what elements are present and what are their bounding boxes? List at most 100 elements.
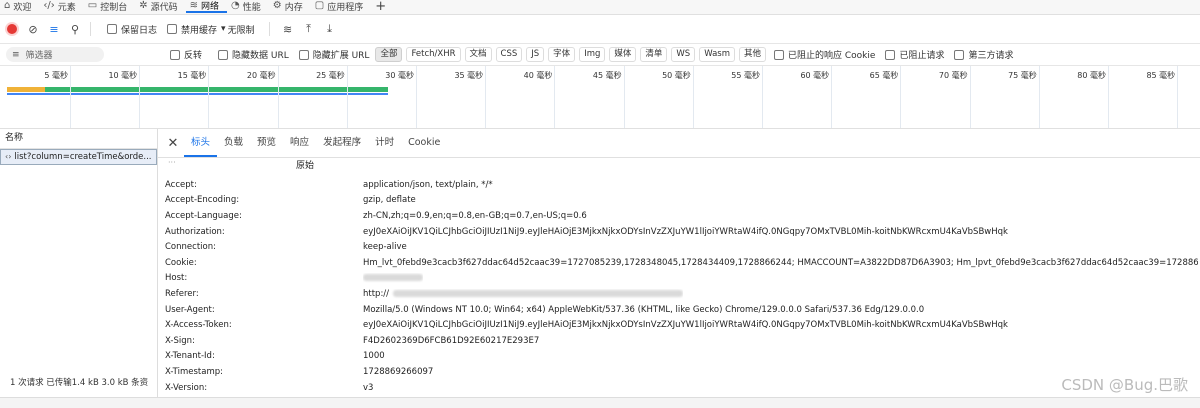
timeline-overview[interactable]: 5 毫秒 10 毫秒 15 毫秒 20 毫秒 25 毫秒 30 毫秒 35 毫秒 40 毫秒 4… bbox=[0, 66, 1200, 129]
detail-tab[interactable]: Cookie bbox=[401, 129, 447, 157]
record-icon bbox=[5, 22, 19, 36]
devtools-tab-label: 性能 bbox=[242, 2, 261, 13]
devtools-tab-label: 控制台 bbox=[100, 2, 128, 13]
header-value: Mozilla/5.0 (Windows NT 10.0; Win64; x64… bbox=[363, 305, 924, 315]
devtools-tab-performance[interactable]: ◔ 性能 bbox=[227, 0, 269, 13]
filter-type-button[interactable]: WS bbox=[671, 47, 696, 62]
detail-tab[interactable]: 响应 bbox=[283, 129, 316, 157]
timeline-gridline bbox=[1177, 66, 1179, 128]
preserve-log-checkbox[interactable]: 保留日志 bbox=[107, 23, 157, 36]
third-party-checkbox[interactable]: 第三方请求 bbox=[954, 48, 1013, 61]
network-conditions-button[interactable]: ≋ bbox=[279, 20, 297, 38]
hide-ext-urls-checkbox[interactable]: 隐藏扩展 URL bbox=[298, 48, 369, 61]
detail-tab[interactable]: 发起程序 bbox=[316, 129, 368, 157]
header-value-text: zh-CN,zh;q=0.9,en;q=0.8,en-GB;q=0.7,en-U… bbox=[363, 210, 587, 221]
watermark: CSDN @Bug.巴歌 bbox=[1061, 376, 1188, 394]
filter-type-button[interactable]: 全部 bbox=[375, 47, 403, 62]
performance-icon: ◔ bbox=[231, 0, 240, 11]
devtools-tab-application[interactable]: ▢ 应用程序 bbox=[311, 0, 371, 13]
waterfall-waiting-bar bbox=[7, 87, 45, 92]
close-icon[interactable]: ✕ bbox=[162, 136, 184, 151]
detail-tab[interactable]: 负载 bbox=[217, 129, 250, 157]
hide-data-urls-label: 隐藏数据 URL bbox=[232, 51, 289, 61]
checkbox-box bbox=[774, 49, 785, 60]
request-list-pane: 名称 ‹› list?column=createTime&orde... 1 次请… bbox=[0, 129, 158, 407]
blocked-cookies-checkbox[interactable]: 已阻止的响应 Cookie bbox=[774, 48, 875, 61]
toolbar-divider bbox=[90, 22, 91, 36]
record-button[interactable] bbox=[3, 20, 21, 38]
code-icon: ‹/› bbox=[43, 0, 55, 11]
resource-type-filters: 全部 Fetch/XHR 文档 CSS JS 字体 Img 媒体 清单 WS Wasm 其他 bbox=[371, 47, 767, 62]
filter-type-button[interactable]: Img bbox=[579, 47, 606, 62]
devtools-tab-code[interactable]: ‹/› 元素 bbox=[39, 0, 83, 13]
filter-type-button[interactable]: JS bbox=[526, 47, 545, 62]
request-row[interactable]: ‹› list?column=createTime&orde... bbox=[0, 149, 157, 165]
checkbox-box bbox=[954, 49, 965, 60]
application-icon: ▢ bbox=[314, 0, 325, 11]
header-name: X-Sign: bbox=[165, 335, 195, 346]
import-har-button[interactable]: ⤒ bbox=[300, 20, 318, 38]
search-button[interactable]: ⚲ bbox=[66, 20, 84, 38]
export-har-button[interactable]: ⤓ bbox=[321, 20, 339, 38]
request-summary-status: 1 次请求 已传输1.4 kB 3.0 kB 条资 bbox=[10, 378, 149, 388]
invert-label: 反转 bbox=[184, 51, 203, 61]
devtools-tab-label: 网络 bbox=[201, 2, 220, 12]
timeline-tick-label: 30 毫秒 bbox=[385, 71, 414, 80]
filter-type-button[interactable]: 媒体 bbox=[609, 47, 637, 62]
header-name: X-Access-Token: bbox=[165, 320, 232, 331]
header-row: X-Sign: F4D2602369D6FCB61D92E60217E293E7 bbox=[158, 333, 1200, 349]
clear-icon: ⊘ bbox=[28, 22, 38, 36]
search-icon: ⚲ bbox=[70, 22, 80, 36]
hide-data-urls-checkbox[interactable]: 隐藏数据 URL bbox=[218, 48, 289, 61]
timeline-gridline bbox=[831, 66, 833, 128]
redacted-value bbox=[393, 289, 684, 297]
filter-type-button[interactable]: 其他 bbox=[739, 47, 767, 62]
disable-cache-checkbox[interactable]: 禁用缓存 bbox=[167, 23, 217, 36]
devtools-tab-home[interactable]: ⌂ 欢迎 bbox=[0, 0, 39, 13]
timeline-tick-label: 60 毫秒 bbox=[800, 71, 830, 80]
timeline-gridline bbox=[762, 66, 763, 128]
detail-tab[interactable]: 预览 bbox=[250, 129, 283, 157]
checkbox-box bbox=[298, 49, 309, 60]
devtools-tab-memory[interactable]: ⚙ 内存 bbox=[269, 0, 311, 13]
clear-button[interactable]: ⊘ bbox=[24, 20, 42, 38]
timeline-tick-label: 50 毫秒 bbox=[662, 71, 691, 80]
throttle-select[interactable]: ▾ 无限制 bbox=[221, 23, 255, 36]
devtools-tab-console[interactable]: ▭ 控制台 bbox=[84, 0, 135, 13]
header-value-text: keep-alive bbox=[363, 242, 407, 253]
throttle-label: 无限制 bbox=[227, 25, 255, 36]
header-value: http:// bbox=[363, 289, 684, 299]
header-value: keep-alive bbox=[363, 242, 407, 252]
detail-tab[interactable]: 计时 bbox=[368, 129, 401, 157]
devtools-tab-label: 应用程序 bbox=[327, 2, 364, 13]
filter-toggle-button[interactable]: ≡ bbox=[45, 20, 63, 38]
header-name: Connection: bbox=[165, 242, 216, 253]
filter-type-button[interactable]: Wasm bbox=[699, 47, 735, 62]
header-row: Host: bbox=[158, 271, 1200, 287]
devtools-tab-wifi[interactable]: ≋ 网络 bbox=[185, 0, 228, 13]
detail-tab[interactable]: 标头 bbox=[184, 129, 218, 157]
request-detail-pane: ✕ 标头 负载 预览 响应 发起程序 计时 Cookie ··· 原始 Accept: app… bbox=[158, 129, 1200, 397]
filter-type-button[interactable]: Fetch/XHR bbox=[406, 47, 461, 62]
network-toolbar: ⊘ ≡ ⚲ 保留日志 禁用缓存 ▾ 无限制 ≋ ⤒ ⤓ bbox=[0, 15, 1200, 44]
invert-checkbox[interactable]: 反转 bbox=[170, 48, 202, 61]
filter-type-button[interactable]: 清单 bbox=[640, 47, 668, 62]
filter-type-button[interactable]: 文档 bbox=[464, 47, 492, 62]
header-value-text: F4D2602369D6FCB61D92E60217E293E7 bbox=[363, 335, 540, 346]
devtools-tab-bug[interactable]: ✲ 源代码 bbox=[135, 0, 185, 13]
header-value: zh-CN,zh;q=0.9,en;q=0.8,en-GB;q=0.7,en-U… bbox=[363, 211, 587, 221]
timeline-tick-label: 20 毫秒 bbox=[246, 71, 276, 80]
raw-label[interactable]: 原始 bbox=[296, 158, 314, 171]
add-tool-button[interactable]: + bbox=[371, 0, 390, 13]
name-column-header[interactable]: 名称 bbox=[0, 129, 157, 149]
blocked-requests-checkbox[interactable]: 已阻止请求 bbox=[885, 48, 944, 61]
preserve-log-label: 保留日志 bbox=[121, 25, 158, 36]
header-name: X-Tenant-Id: bbox=[165, 351, 215, 362]
header-name: Accept-Encoding: bbox=[165, 195, 240, 206]
disable-cache-label: 禁用缓存 bbox=[181, 25, 218, 36]
filter-type-button[interactable]: CSS bbox=[495, 47, 523, 62]
filter-type-button[interactable]: 字体 bbox=[548, 47, 576, 62]
checkbox-box bbox=[885, 49, 896, 60]
filter-input[interactable]: ≡ 筛选器 bbox=[6, 47, 104, 62]
header-value-text: 1000 bbox=[363, 351, 385, 362]
